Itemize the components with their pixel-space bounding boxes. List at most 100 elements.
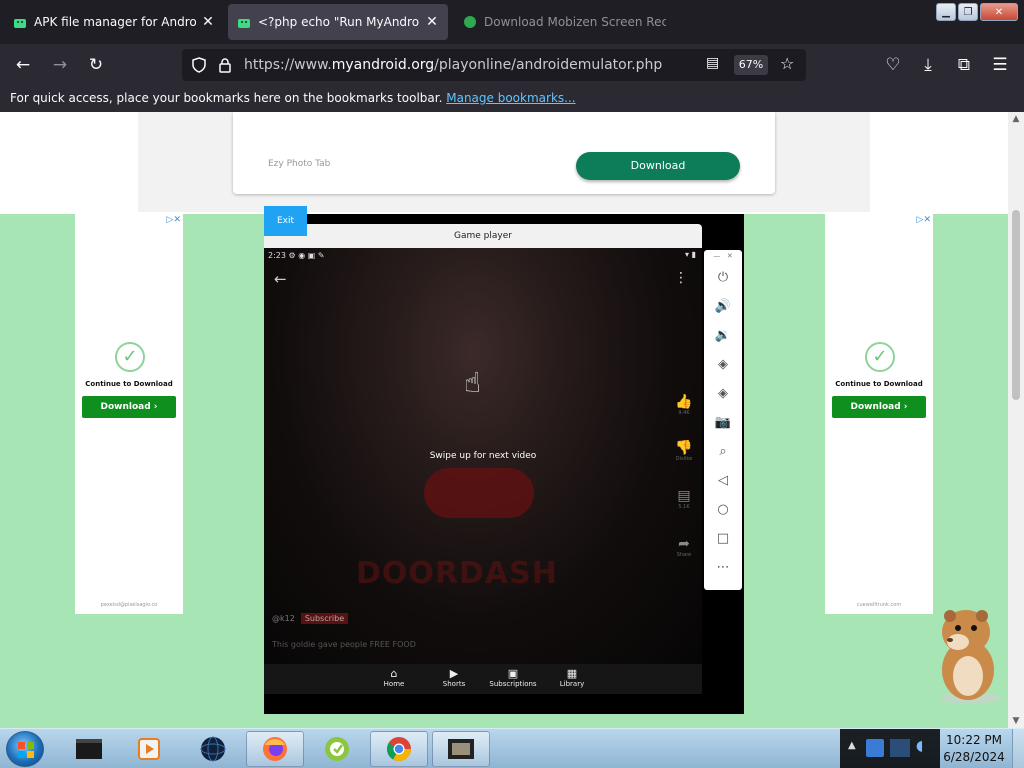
ad-download-button[interactable]: Download [576,152,740,180]
swipe-hand-icon: ☝ [464,366,482,399]
back-icon[interactable]: ◁ [704,473,742,488]
zoom-icon[interactable]: ⌕ [704,444,742,459]
comment-button[interactable]: ▤ 5.1K [674,488,694,510]
tab-apk-file-manager[interactable]: APK file manager for Android a ✕ [4,4,224,40]
dislike-label: Dislike [675,456,693,462]
scroll-down-icon[interactable]: ▼ [1008,716,1024,726]
nav-shorts[interactable]: ▶ Shorts [424,667,484,688]
android-favicon-icon [238,19,250,28]
taskbar-terminal[interactable] [60,731,118,767]
game-player-title: Game player [264,224,702,248]
show-desktop-button[interactable] [1012,729,1024,768]
taskbar-globe[interactable] [184,731,242,767]
close-tab-icon[interactable]: ✕ [424,14,440,30]
nav-subscriptions[interactable]: ▣ Subscriptions [483,667,543,688]
start-button[interactable] [6,731,44,767]
right-ad-download-button[interactable]: Download › [832,396,926,418]
home-circle-icon[interactable]: ○ [704,502,742,517]
taskbar-media-player[interactable] [120,731,178,767]
subscribe-button[interactable]: Subscribe [300,613,349,624]
checkmark-icon: ✓ [115,342,145,372]
ad-footer: pexelsd@pixelsagio.co [100,602,158,608]
volume-up-icon[interactable]: 🔊 [704,299,742,314]
share-icon: ➦ [678,536,690,552]
camera-icon[interactable]: 📷 [704,415,742,430]
panel-header: — ✕ [713,252,733,260]
shield-icon[interactable] [191,57,207,73]
ad-choices-icon[interactable]: ▷✕ [167,215,181,225]
url-path: /playonline/androidemulator.php [434,57,663,73]
subscriptions-icon: ▣ [507,667,519,680]
video-back-icon[interactable]: ← [274,270,287,288]
menu-icon[interactable]: ☰ [989,54,1011,76]
network-icon[interactable] [890,739,910,757]
overview-icon[interactable]: □ [704,531,742,546]
manage-bookmarks-link[interactable]: Manage bookmarks... [446,91,575,105]
taskbar-firefox[interactable] [246,731,304,767]
url-bar[interactable]: https://www.myandroid.org/playonline/and… [182,49,806,81]
channel-name[interactable]: @k12 [272,614,295,623]
video-more-icon[interactable]: ⋮ [674,270,688,286]
forward-arrow-icon[interactable]: → [49,54,71,76]
volume-tray-icon[interactable]: ◖ [916,738,923,754]
like-button[interactable]: 👍 9.4K [674,394,694,416]
more-icon[interactable]: ⋯ [704,560,742,575]
power-icon[interactable]: ⏻ [704,270,742,285]
tray-app-icon[interactable] [866,739,884,757]
nav-home[interactable]: ⌂ Home [364,667,424,688]
nav-shorts-label: Shorts [442,680,466,688]
reader-view-icon[interactable]: ▤ [706,55,719,71]
status-bar-right-icons: ▾ ▮ [685,250,696,259]
exit-button[interactable]: Exit [264,206,307,236]
window-close-button[interactable]: ✕ [980,3,1018,21]
emulator-screen[interactable]: 2:23 ⚙ ◉ ▣ ✎ ▾ ▮ ← ⋮ ☝ Swipe up for next… [264,248,702,664]
ad-app-name: Ezy Photo Tab [268,159,331,169]
taskbar-greenshot[interactable] [308,731,366,767]
bookmark-star-icon[interactable]: ☆ [780,54,794,73]
show-hidden-icons[interactable]: ▲ [848,740,856,751]
youtube-bottom-nav: ⌂ Home ▶ Shorts ▣ Subscriptions ▦ Library [264,664,702,694]
shorts-icon: ▶ [449,667,459,680]
system-clock[interactable]: 10:22 PM 6/28/2024 [940,732,1008,766]
dislike-button[interactable]: 👎 Dislike [674,440,694,462]
tab-mobizen[interactable]: Download Mobizen Screen Rec [454,4,674,40]
extensions-icon[interactable]: ⧉ [953,54,975,76]
nav-library[interactable]: ▦ Library [542,667,602,688]
back-arrow-icon[interactable]: ← [12,54,34,76]
taskbar-chrome[interactable] [370,731,428,767]
comment-count: 5.1K [678,504,690,510]
clock-time: 10:22 PM [946,733,1002,747]
status-icons: ⚙ ◉ ▣ ✎ [288,251,325,260]
chrome-icon [386,737,411,762]
left-ad-download-button[interactable]: Download › [82,396,176,418]
nav-home-label: Home [383,680,405,688]
vertical-scrollbar[interactable]: ▲ ▼ [1008,112,1024,728]
tab-title: APK file manager for Android a [34,15,196,29]
share-button[interactable]: ➦ Share [674,536,694,558]
tab-run-myandroid[interactable]: <?php echo "Run MyAndroid"; ✕ [228,4,448,40]
ad-choices-icon[interactable]: ▷✕ [917,215,931,225]
status-time: 2:23 [268,251,286,260]
video-brand-text: DOORDASH [356,556,558,591]
rotate-right-icon[interactable]: ◈ [704,386,742,401]
right-side-ad: ▷✕ ✓ Continue to Download Download › cue… [825,214,933,614]
url-text[interactable]: https://www.myandroid.org/playonline/and… [244,57,662,73]
dislike-icon: 👎 [675,440,693,456]
restore-button[interactable]: ❐ [958,3,978,21]
window-controls: ▁ ❐ ✕ [936,3,1018,21]
top-ad-card: Ezy Photo Tab Download [233,112,775,194]
close-tab-icon[interactable]: ✕ [200,14,216,30]
scroll-up-icon[interactable]: ▲ [1008,114,1024,124]
downloads-icon[interactable]: ⤓ [917,54,939,76]
minimize-button[interactable]: ▁ [936,3,956,21]
scrollbar-thumb[interactable] [1012,210,1020,400]
zoom-level-button[interactable]: 67% [734,55,768,75]
lock-icon[interactable] [218,57,232,73]
volume-down-icon[interactable]: 🔉 [704,328,742,343]
reload-icon[interactable]: ↻ [85,54,107,76]
rotate-left-icon[interactable]: ◈ [704,357,742,372]
share-label: Share [676,552,692,558]
pocket-icon[interactable]: ♡ [882,54,904,76]
taskbar-film-app[interactable] [432,731,490,767]
library-icon: ▦ [566,667,578,680]
